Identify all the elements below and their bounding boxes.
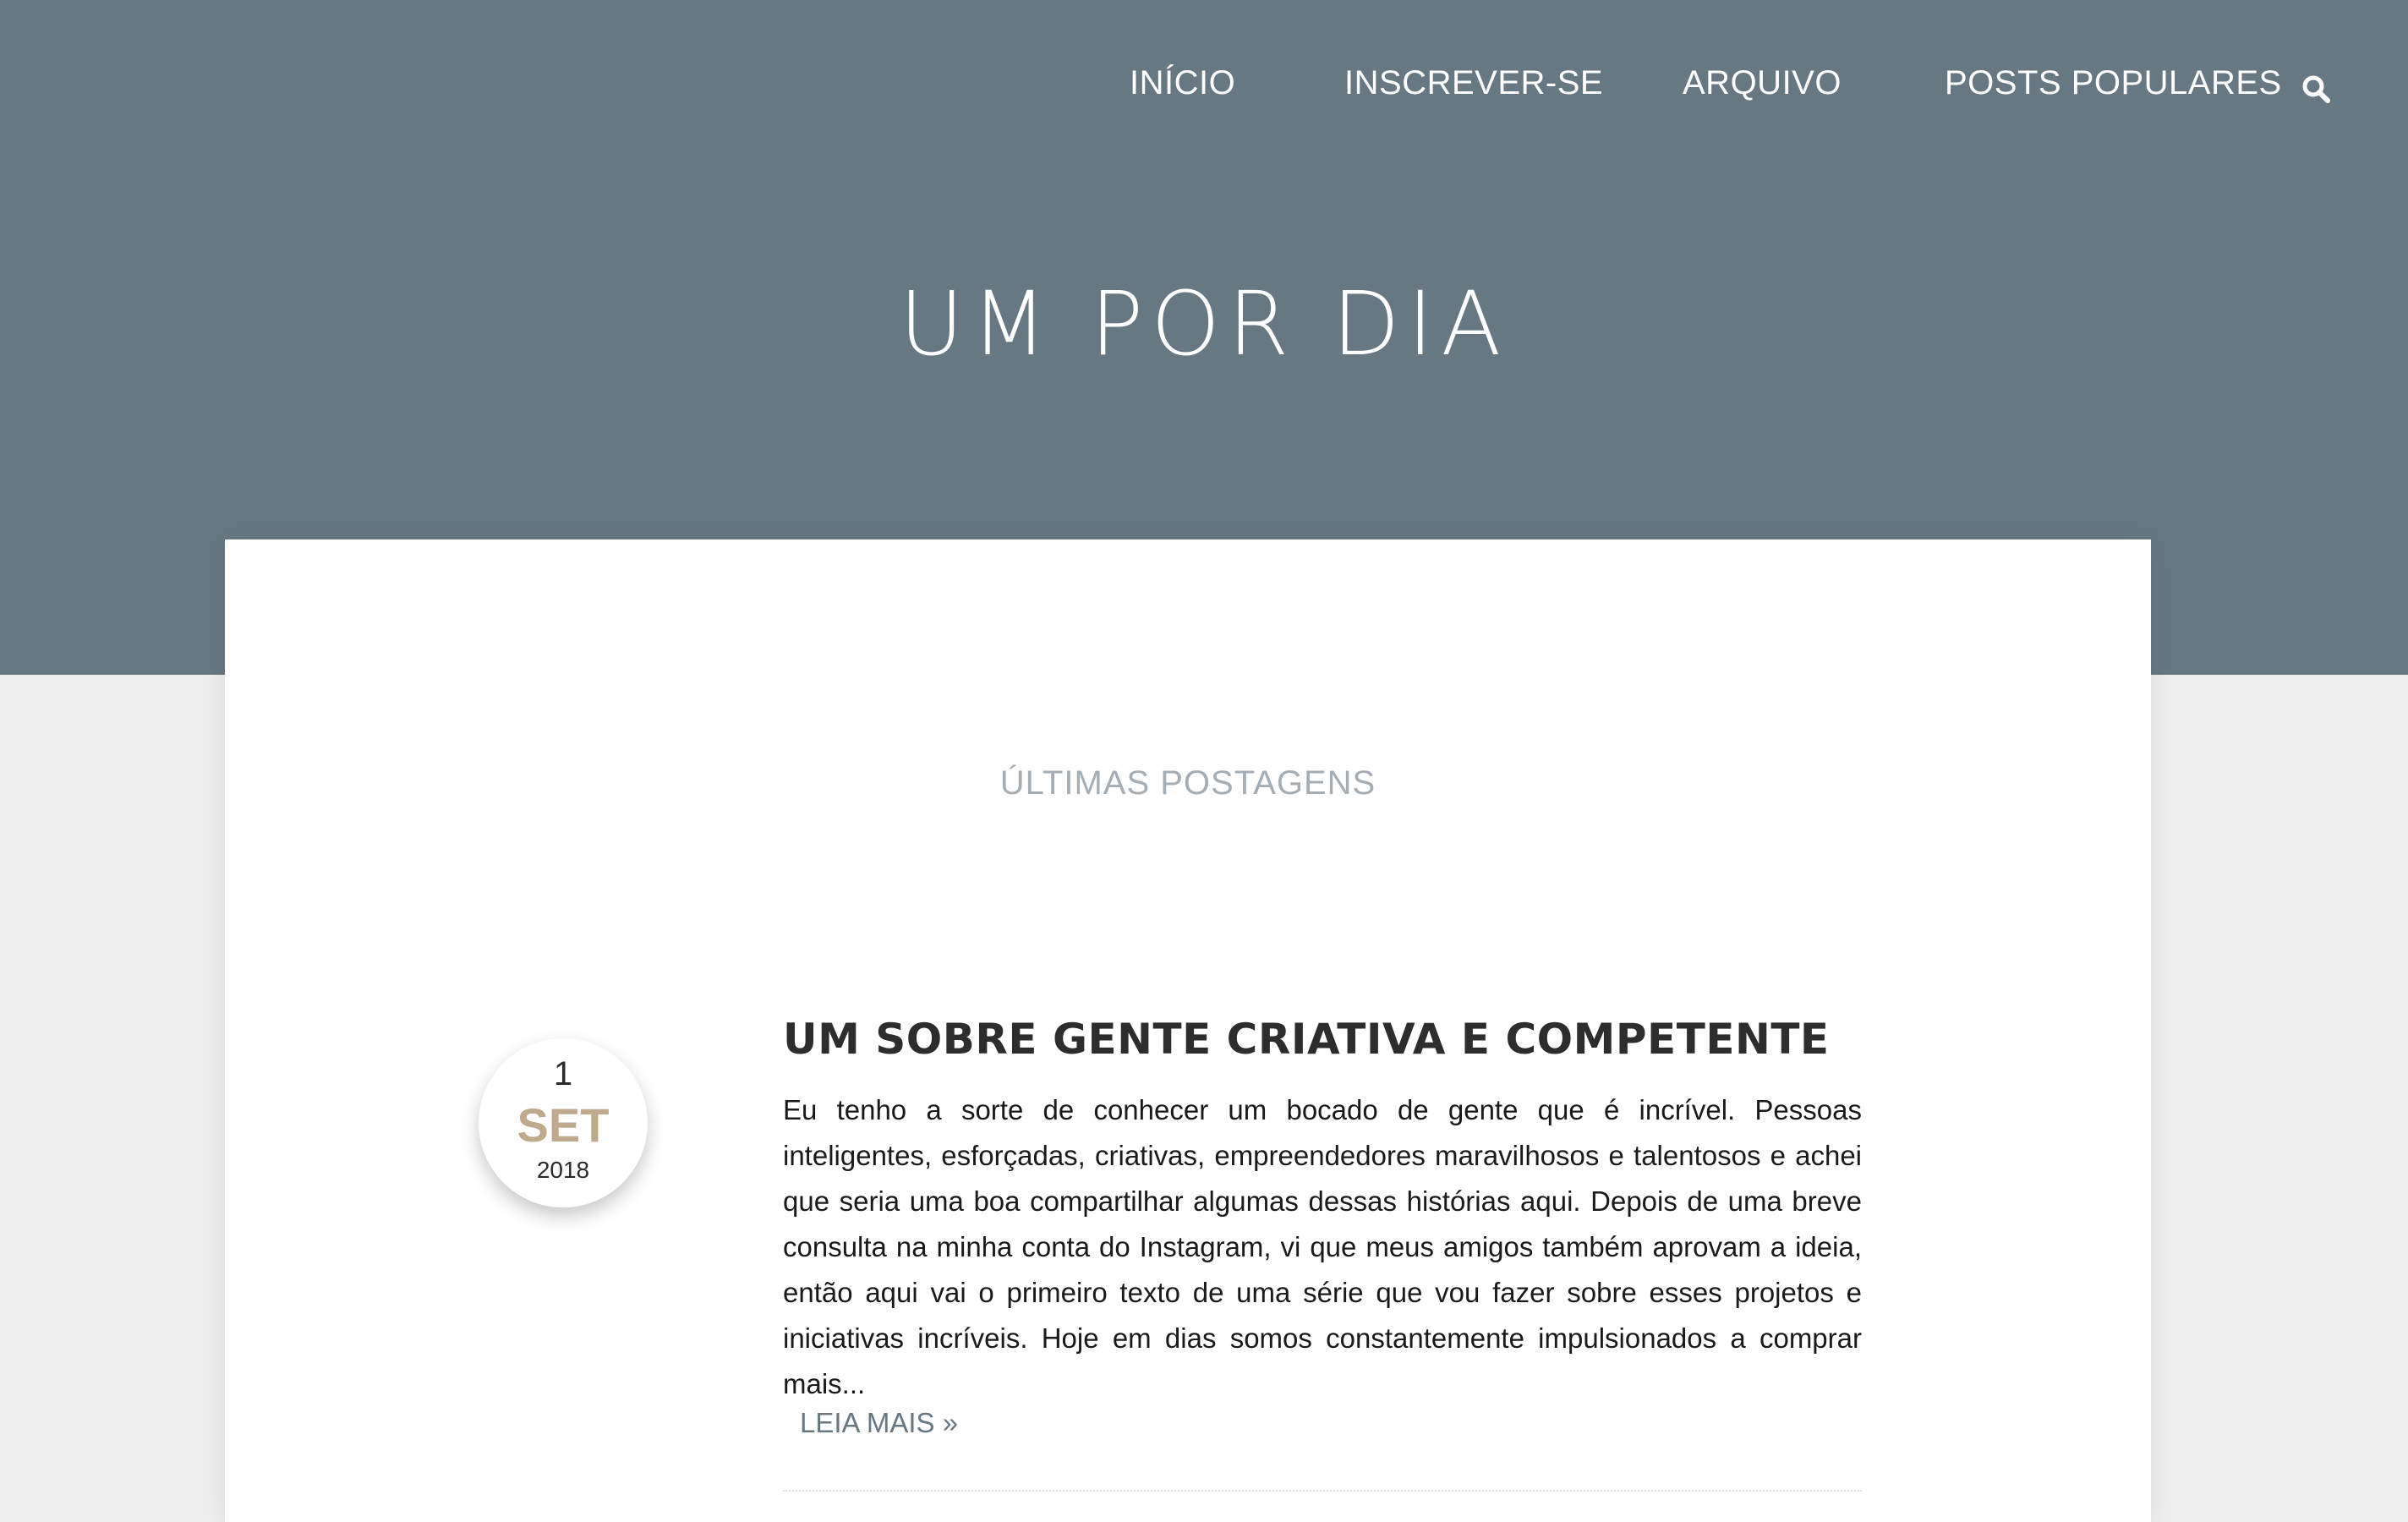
post-date-year: 2018 xyxy=(536,1157,590,1183)
post-divider xyxy=(783,1490,1862,1492)
site-title[interactable]: UM POR DIA xyxy=(0,272,2408,375)
post-date-badge: 1 SET 2018 xyxy=(479,1038,648,1207)
post-title[interactable]: UM SOBRE GENTE CRIATIVA E COMPETENTE xyxy=(783,1015,1882,1064)
post-excerpt: Eu tenho a sorte de conhecer um bocado d… xyxy=(783,1094,1862,1399)
post-date-month: SET xyxy=(517,1098,610,1152)
post-date-day: 1 xyxy=(553,1055,573,1092)
read-more-link[interactable]: LEIA MAIS » xyxy=(800,1407,958,1439)
nav-item-posts-populares[interactable]: POSTS POPULARES xyxy=(1945,64,2282,102)
nav-item-arquivo[interactable]: ARQUIVO xyxy=(1683,64,1842,102)
section-title: ÚLTIMAS POSTAGENS xyxy=(999,764,1376,802)
nav-item-inicio[interactable]: INÍCIO xyxy=(1130,64,1235,102)
nav-item-inscrever-se[interactable]: INSCREVER-SE xyxy=(1344,64,1603,102)
search-icon[interactable] xyxy=(2301,74,2330,103)
